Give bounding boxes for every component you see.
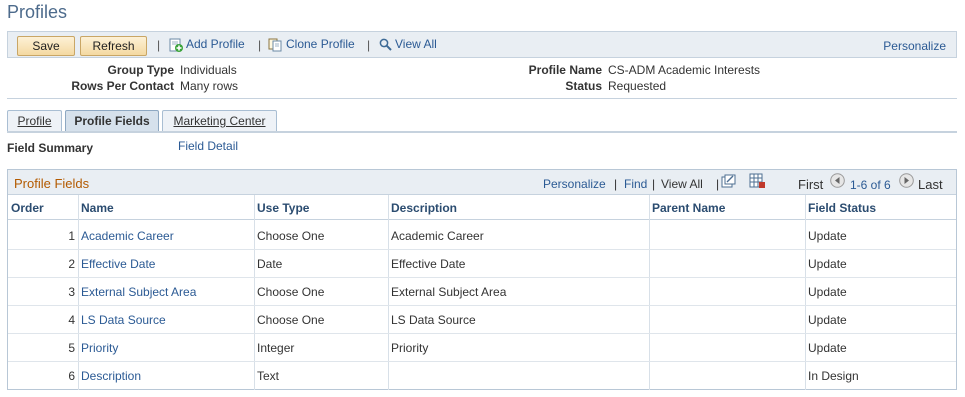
- group-type-value: Individuals: [180, 63, 237, 77]
- cell-description: Academic Career: [391, 229, 484, 243]
- clone-profile-icon: [268, 37, 283, 52]
- rows-per-contact-value: Many rows: [180, 79, 239, 93]
- cell-use-type: Choose One: [257, 229, 325, 243]
- column-header-parent-name[interactable]: Parent Name: [652, 201, 725, 215]
- cell-field-status: Update: [808, 341, 847, 355]
- clone-profile-label[interactable]: Clone Profile: [286, 37, 355, 51]
- grid-personalize-link[interactable]: Personalize: [543, 177, 606, 191]
- column-header-order[interactable]: Order: [11, 201, 44, 215]
- table-row: 5 Priority Integer Priority Update: [8, 334, 956, 362]
- cell-description: LS Data Source: [391, 313, 476, 327]
- field-summary-tab[interactable]: Field Summary: [7, 141, 93, 155]
- grid-view-all-link[interactable]: View All: [661, 177, 703, 191]
- table-row: 3 External Subject Area Choose One Exter…: [8, 278, 956, 306]
- rows-per-contact-label: Rows Per Contact: [71, 79, 174, 93]
- toolbar-separator: |: [157, 38, 161, 52]
- save-button[interactable]: Save: [17, 36, 75, 56]
- tab-divider: [7, 131, 957, 133]
- tab-marketing-center[interactable]: Marketing Center: [162, 110, 277, 132]
- previous-arrow-icon[interactable]: [830, 173, 845, 189]
- cell-name-link[interactable]: External Subject Area: [81, 285, 196, 299]
- grid-last-label[interactable]: Last: [918, 177, 943, 192]
- magnifier-icon: [379, 37, 392, 52]
- add-profile-link[interactable]: Add Profile: [169, 37, 245, 52]
- grid-column-headers: Order Name Use Type Description Parent N…: [8, 195, 956, 220]
- grid-separator: |: [652, 177, 656, 191]
- add-profile-icon: [169, 37, 183, 52]
- tab-profile[interactable]: Profile: [7, 110, 62, 132]
- cell-description: External Subject Area: [391, 285, 507, 299]
- table-row: 6 Description Text In Design: [8, 362, 956, 390]
- cell-use-type: Text: [257, 369, 280, 383]
- grid-find-link[interactable]: Find: [624, 177, 647, 191]
- profile-fields-grid: Profile Fields Personalize | Find | View…: [7, 169, 957, 390]
- add-profile-label[interactable]: Add Profile: [186, 37, 245, 51]
- profile-name-value: CS-ADM Academic Interests: [608, 63, 761, 77]
- divider: [7, 98, 957, 99]
- table-row: 2 Effective Date Date Effective Date Upd…: [8, 250, 956, 278]
- cell-order: 6: [68, 369, 75, 383]
- cell-use-type: Choose One: [257, 313, 325, 327]
- column-header-field-status[interactable]: Field Status: [808, 201, 876, 215]
- cell-use-type: Integer: [257, 341, 295, 355]
- group-type-label: Group Type: [107, 63, 174, 77]
- cell-order: 2: [68, 257, 75, 271]
- grid-separator: |: [614, 177, 618, 191]
- column-header-description[interactable]: Description: [391, 201, 457, 215]
- cell-use-type: Choose One: [257, 285, 325, 299]
- cell-use-type: Date: [257, 257, 283, 271]
- refresh-button[interactable]: Refresh: [80, 36, 147, 56]
- column-header-name[interactable]: Name: [81, 201, 114, 215]
- cell-name-link[interactable]: Effective Date: [81, 257, 155, 271]
- new-window-icon[interactable]: [721, 173, 736, 188]
- cell-name-link[interactable]: LS Data Source: [81, 313, 166, 327]
- cell-field-status: Update: [808, 285, 847, 299]
- column-header-use-type[interactable]: Use Type: [257, 201, 309, 215]
- toolbar-separator: |: [258, 38, 262, 52]
- download-grid-icon[interactable]: [749, 173, 766, 189]
- cell-field-status: Update: [808, 257, 847, 271]
- toolbar: Save Refresh | Add Profile | Clone Profi…: [7, 31, 957, 58]
- profile-name-label: Profile Name: [528, 63, 602, 77]
- cell-description: Effective Date: [391, 257, 466, 271]
- cell-order: 3: [68, 285, 75, 299]
- cell-name-link[interactable]: Priority: [81, 341, 118, 355]
- tab-profile-fields[interactable]: Profile Fields: [65, 110, 159, 132]
- view-all-label[interactable]: View All: [395, 37, 437, 51]
- cell-order: 5: [68, 341, 75, 355]
- grid-range: 1-6 of 6: [850, 178, 891, 192]
- view-all-link[interactable]: View All: [379, 37, 437, 51]
- grid-first-label[interactable]: First: [798, 177, 823, 192]
- table-row: 4 LS Data Source Choose One LS Data Sour…: [8, 306, 956, 334]
- cell-field-status: In Design: [808, 369, 859, 383]
- cell-name-link[interactable]: Description: [81, 369, 141, 383]
- cell-name-link[interactable]: Academic Career: [81, 229, 174, 243]
- grid-separator: |: [716, 177, 720, 191]
- clone-profile-link[interactable]: Clone Profile: [268, 37, 355, 52]
- next-arrow-icon[interactable]: [899, 173, 914, 189]
- status-value: Requested: [608, 79, 667, 93]
- toolbar-separator: |: [367, 38, 371, 52]
- tab-label: Marketing Center: [173, 114, 266, 128]
- cell-description: Priority: [391, 341, 429, 355]
- status-label: Status: [565, 79, 602, 93]
- grid-title: Profile Fields: [14, 176, 90, 191]
- page-title: Profiles: [7, 2, 68, 22]
- tab-label: Profile Fields: [74, 114, 150, 128]
- personalize-link[interactable]: Personalize: [883, 39, 946, 53]
- cell-field-status: Update: [808, 313, 847, 327]
- tab-label: Profile: [17, 114, 52, 128]
- cell-order: 4: [68, 313, 75, 327]
- grid-header-bar: Profile Fields Personalize | Find | View…: [8, 170, 956, 195]
- table-row: 1 Academic Career Choose One Academic Ca…: [8, 222, 956, 250]
- cell-order: 1: [68, 229, 75, 243]
- field-detail-tab[interactable]: Field Detail: [178, 139, 238, 153]
- tab-bar: Profile Profile Fields Marketing Center: [7, 110, 957, 132]
- cell-field-status: Update: [808, 229, 847, 243]
